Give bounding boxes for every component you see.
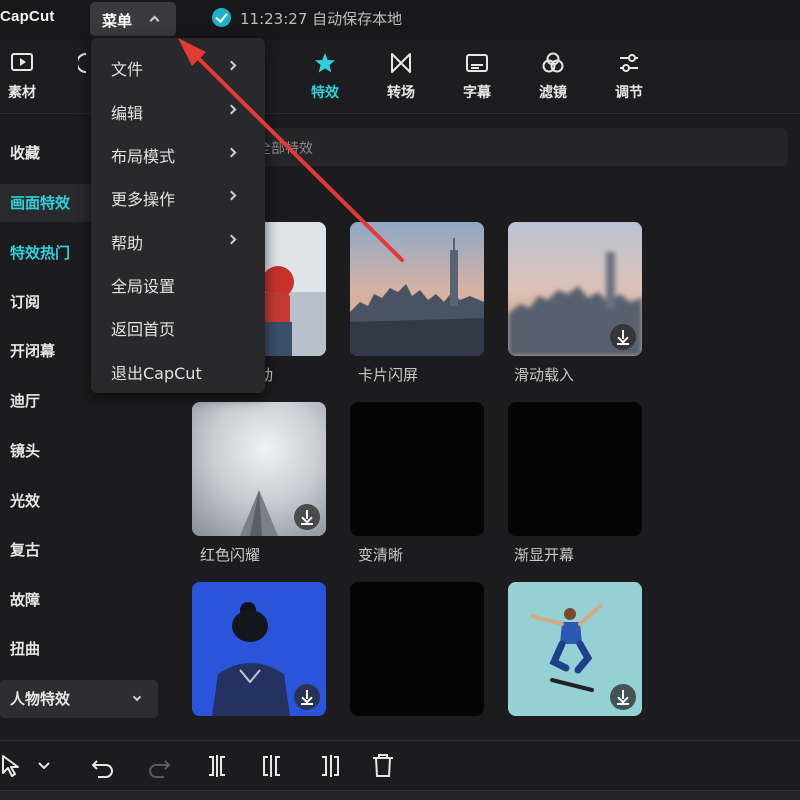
- menu-button-label: 菜单: [102, 12, 133, 30]
- sidebar-item-light[interactable]: 光效: [0, 482, 160, 520]
- undo-icon[interactable]: [90, 753, 116, 779]
- menu-item-label: 返回首页: [111, 320, 176, 339]
- effects-star-icon: [313, 52, 337, 74]
- effect-card[interactable]: [350, 582, 484, 716]
- menu-item-help[interactable]: 帮助: [91, 218, 265, 258]
- menu-item-label: 退出CapCut: [111, 364, 202, 383]
- timeline-ruler[interactable]: [0, 790, 800, 800]
- menu-item-label: 布局模式: [111, 147, 176, 166]
- chevron-right-icon: [226, 190, 237, 201]
- title-bar: CapCut 菜单 11:23:27 自动保存本地: [0, 0, 800, 40]
- download-icon[interactable]: [610, 684, 636, 710]
- menu-item-label: 编辑: [111, 104, 144, 123]
- chevron-right-icon: [226, 234, 237, 245]
- menu-item-file[interactable]: 文件: [91, 44, 265, 84]
- menu-item-label: 帮助: [111, 234, 144, 253]
- effect-card-label: 变清晰: [358, 546, 404, 564]
- menu-item-layout-mode[interactable]: 布局模式: [91, 131, 265, 171]
- sidebar-item-glitch[interactable]: 故障: [0, 581, 160, 619]
- sidebar-item-distort[interactable]: 扭曲: [0, 630, 160, 668]
- transition-icon: [389, 52, 413, 74]
- tool-filter[interactable]: 滤镜: [523, 52, 583, 108]
- filter-icon: [541, 52, 565, 74]
- effect-thumbnail: [350, 222, 484, 356]
- app-logo: CapCut: [0, 8, 55, 25]
- chevron-down-icon[interactable]: [34, 753, 60, 779]
- trim-right-icon[interactable]: [316, 753, 342, 779]
- select-cursor-icon[interactable]: [0, 753, 26, 779]
- tool-adjust-label: 调节: [615, 85, 643, 101]
- chevron-right-icon: [226, 60, 237, 71]
- effect-card-label: 卡片闪屏: [358, 366, 419, 384]
- effect-card-label: 滑动载入: [514, 366, 575, 384]
- effect-card[interactable]: [508, 402, 642, 536]
- menu-item-label: 全局设置: [111, 277, 176, 296]
- effect-card-label: 渐显开幕: [514, 546, 575, 564]
- menu-item-label: 文件: [111, 60, 144, 79]
- effect-card[interactable]: [192, 402, 326, 536]
- effect-card[interactable]: [508, 582, 642, 716]
- effect-card[interactable]: [350, 222, 484, 356]
- chevron-right-icon: [226, 147, 237, 158]
- adjust-icon: [617, 52, 641, 74]
- autosave-time: 11:23:27: [240, 10, 308, 28]
- chevron-right-icon: [226, 104, 237, 115]
- menu-item-exit[interactable]: 退出CapCut: [91, 348, 265, 388]
- sidebar-item-retro[interactable]: 复古: [0, 531, 160, 569]
- download-icon[interactable]: [610, 324, 636, 350]
- chevron-up-icon: [149, 15, 160, 26]
- tool-filter-label: 滤镜: [539, 85, 567, 101]
- effect-card-label: 红色闪耀: [200, 546, 261, 564]
- download-icon[interactable]: [294, 504, 320, 530]
- tool-transition[interactable]: 转场: [371, 52, 431, 108]
- chevron-down-icon: [132, 692, 142, 702]
- sidebar-item-character-effects[interactable]: 人物特效: [0, 680, 158, 718]
- effect-card[interactable]: [350, 402, 484, 536]
- menu-item-edit[interactable]: 编辑: [91, 88, 265, 128]
- tool-effects[interactable]: 特效: [295, 52, 355, 108]
- trim-left-icon[interactable]: [260, 753, 286, 779]
- tool-transition-label: 转场: [387, 85, 415, 101]
- tool-media-label: 素材: [8, 85, 36, 101]
- tool-media[interactable]: 素材: [0, 52, 52, 108]
- tool-subtitle[interactable]: 字幕: [447, 52, 507, 108]
- media-icon: [10, 52, 34, 74]
- redo-icon[interactable]: [146, 753, 172, 779]
- menu-item-global-settings[interactable]: 全局设置: [91, 261, 265, 301]
- split-icon[interactable]: [204, 753, 230, 779]
- sidebar-item-character-effects-label: 人物特效: [10, 690, 71, 708]
- menu-button[interactable]: 菜单: [90, 2, 176, 36]
- effect-card[interactable]: [192, 582, 326, 716]
- tool-adjust[interactable]: 调节: [599, 52, 659, 108]
- main-menu-dropdown: 文件 编辑 布局模式 更多操作 帮助 全局设置 返回首页 退出CapCut: [91, 38, 265, 393]
- menu-item-more-actions[interactable]: 更多操作: [91, 174, 265, 214]
- menu-item-label: 更多操作: [111, 190, 176, 209]
- tool-subtitle-label: 字幕: [463, 85, 491, 101]
- effects-search-input[interactable]: 全部特效: [200, 128, 788, 166]
- menu-item-back-home[interactable]: 返回首页: [91, 304, 265, 344]
- search-placeholder: 全部特效: [257, 141, 313, 157]
- check-circle-icon: [212, 8, 231, 27]
- delete-icon[interactable]: [370, 753, 396, 779]
- download-icon[interactable]: [294, 684, 320, 710]
- autosave-label: 自动保存本地: [312, 10, 403, 28]
- effect-card[interactable]: [508, 222, 642, 356]
- subtitle-icon: [465, 52, 489, 74]
- tool-effects-label: 特效: [311, 85, 339, 101]
- sidebar-item-lens[interactable]: 镜头: [0, 432, 160, 470]
